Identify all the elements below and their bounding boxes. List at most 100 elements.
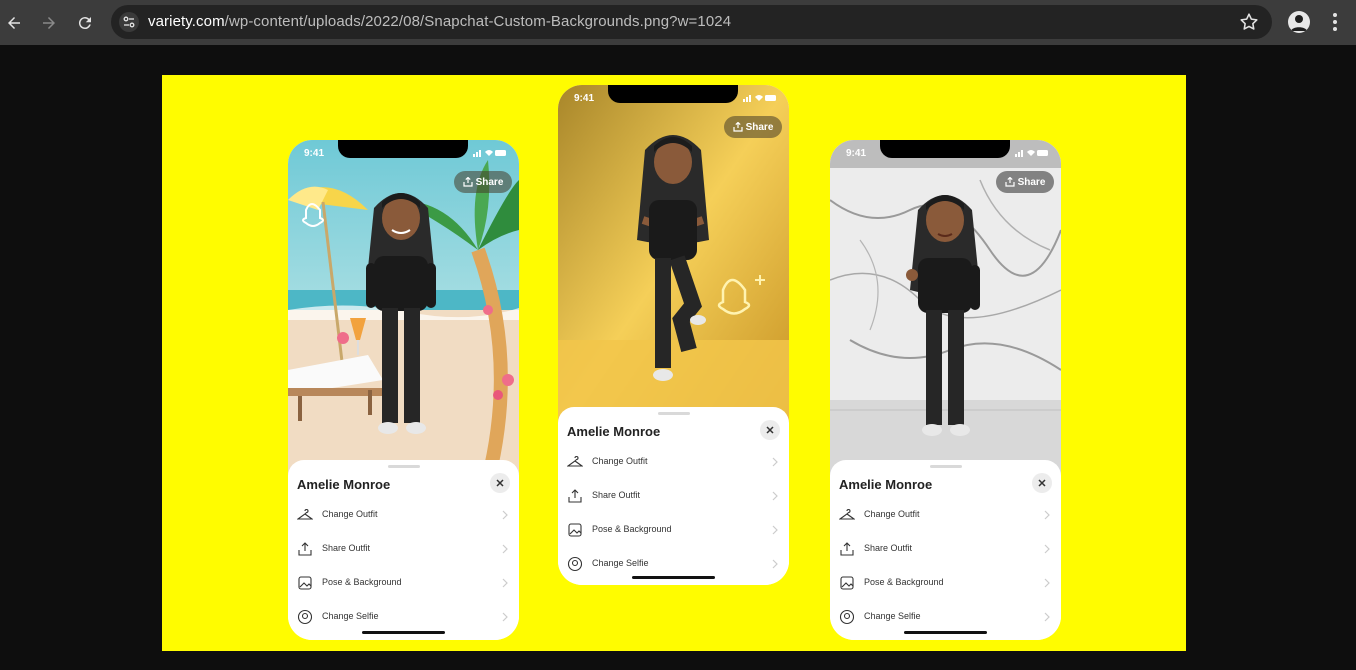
menu-pose-background[interactable]: Pose & Background [830, 568, 1061, 598]
chevron-right-icon [772, 525, 778, 535]
address-bar[interactable]: variety.com/wp-content/uploads/2022/08/S… [111, 5, 1272, 39]
forward-button[interactable] [36, 10, 62, 36]
share-button[interactable]: Share [724, 116, 782, 138]
share-label: Share [745, 121, 774, 133]
status-bar: 9:41 [288, 140, 519, 166]
menu-pose-background[interactable]: Pose & Background [288, 568, 519, 598]
close-button[interactable] [1032, 473, 1052, 493]
profile-name: Amelie Monroe [839, 477, 933, 492]
phone-beach: 9:41 Share Amelie Monroe Change Outfit S… [288, 140, 519, 640]
profile-sheet: Amelie Monroe Change Outfit Share Outfit… [558, 407, 789, 585]
bitmoji-avatar [366, 193, 436, 434]
status-time: 9:41 [304, 148, 325, 159]
bookmark-star-icon[interactable] [1238, 11, 1260, 33]
menu-change-outfit[interactable]: Change Outfit [558, 447, 789, 477]
chevron-right-icon [502, 612, 508, 622]
status-bar: 9:41 [558, 85, 789, 111]
close-icon [1038, 479, 1046, 487]
menu-label: Change Selfie [864, 611, 921, 621]
chevron-right-icon [502, 544, 508, 554]
phone-notch [338, 140, 468, 158]
menu-share-outfit[interactable]: Share Outfit [558, 481, 789, 511]
menu-change-selfie[interactable]: Change Selfie [558, 549, 789, 579]
share-button[interactable]: Share [454, 171, 512, 193]
profile-name: Amelie Monroe [567, 424, 661, 439]
profile-sheet: Amelie Monroe Change Outfit Share Outfit… [288, 460, 519, 640]
menu-label: Pose & Background [322, 577, 402, 587]
image-icon [840, 576, 854, 590]
hanger-icon [839, 508, 855, 520]
menu-change-selfie[interactable]: Change Selfie [288, 602, 519, 632]
back-arrow-icon [8, 17, 20, 29]
image-canvas: 9:41 Share Amelie Monroe Change Outfit S… [162, 75, 1186, 651]
profile-avatar-icon[interactable] [1288, 11, 1310, 33]
share-button[interactable]: Share [996, 171, 1054, 193]
upload-share-icon [568, 489, 582, 503]
share-icon [1004, 177, 1015, 187]
menu-share-outfit[interactable]: Share Outfit [830, 534, 1061, 564]
more-menu-icon[interactable] [1325, 10, 1345, 34]
chevron-right-icon [772, 491, 778, 501]
url-path: /wp-content/uploads/2022/08/Snapchat-Cus… [224, 13, 732, 30]
menu-change-outfit[interactable]: Change Outfit [830, 500, 1061, 530]
phone-marble: 9:41 Share Amelie Monroe Change Outfit S… [830, 140, 1061, 640]
menu-label: Pose & Background [864, 577, 944, 587]
status-time: 9:41 [574, 93, 595, 104]
close-button[interactable] [490, 473, 510, 493]
profile-name: Amelie Monroe [297, 477, 391, 492]
reload-icon [78, 17, 91, 30]
signal-wifi-battery-icon [743, 95, 776, 102]
chevron-right-icon [502, 578, 508, 588]
sheet-grabber[interactable] [388, 465, 420, 468]
back-button[interactable] [1, 10, 27, 36]
sheet-grabber[interactable] [930, 465, 962, 468]
close-icon [766, 426, 774, 434]
phone-notch [608, 85, 738, 103]
menu-label: Share Outfit [322, 543, 371, 553]
signal-wifi-battery-icon [1015, 150, 1048, 157]
browser-toolbar: variety.com/wp-content/uploads/2022/08/S… [0, 0, 1356, 45]
menu-change-outfit[interactable]: Change Outfit [288, 500, 519, 530]
menu-label: Change Outfit [322, 509, 378, 519]
menu-pose-background[interactable]: Pose & Background [558, 515, 789, 545]
bitmoji-avatar [906, 195, 980, 436]
sheet-grabber[interactable] [658, 412, 690, 415]
image-icon [568, 523, 582, 537]
close-icon [496, 479, 504, 487]
chevron-right-icon [1044, 544, 1050, 554]
phone-gold: 9:41 Share Amelie Monroe Change Outfit S… [558, 85, 789, 585]
home-indicator [904, 631, 987, 634]
profile-sheet: Amelie Monroe Change Outfit Share Outfit… [830, 460, 1061, 640]
bitmoji-avatar [637, 135, 709, 381]
chevron-right-icon [502, 510, 508, 520]
site-info-icon[interactable] [119, 12, 139, 32]
selfie-face-icon [297, 609, 313, 625]
signal-wifi-battery-icon [473, 150, 506, 157]
chevron-right-icon [772, 457, 778, 467]
image-icon [298, 576, 312, 590]
upload-share-icon [298, 542, 312, 556]
phone-notch [880, 140, 1010, 158]
home-indicator [632, 576, 715, 579]
share-label: Share [1017, 176, 1046, 188]
url-text[interactable]: variety.com/wp-content/uploads/2022/08/S… [148, 13, 731, 30]
url-host: variety.com [148, 13, 225, 30]
menu-share-outfit[interactable]: Share Outfit [288, 534, 519, 564]
selfie-face-icon [839, 609, 855, 625]
forward-arrow-icon [43, 17, 55, 29]
menu-change-selfie[interactable]: Change Selfie [830, 602, 1061, 632]
menu-label: Pose & Background [592, 524, 672, 534]
reload-button[interactable] [72, 10, 98, 36]
upload-share-icon [840, 542, 854, 556]
status-bar: 9:41 [830, 140, 1061, 166]
selfie-face-icon [567, 556, 583, 572]
close-button[interactable] [760, 420, 780, 440]
hanger-icon [297, 508, 313, 520]
share-icon [732, 122, 743, 132]
share-icon [462, 177, 473, 187]
chevron-right-icon [772, 559, 778, 569]
menu-label: Change Outfit [864, 509, 920, 519]
menu-label: Share Outfit [592, 490, 641, 500]
chevron-right-icon [1044, 510, 1050, 520]
share-label: Share [475, 176, 504, 188]
